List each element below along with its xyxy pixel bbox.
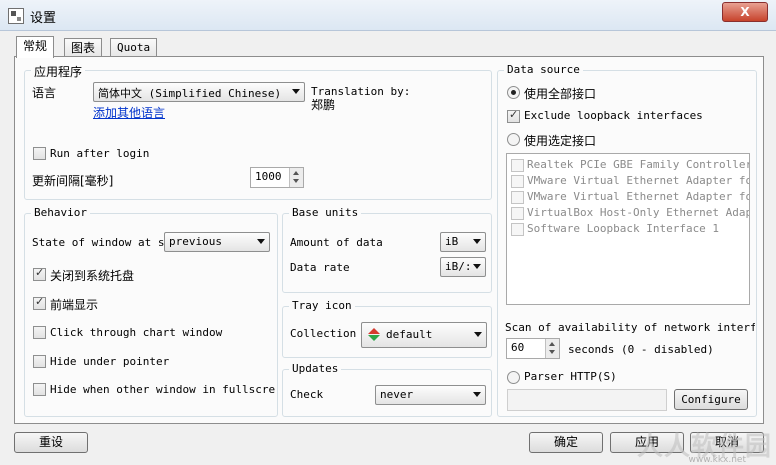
reset-button[interactable]: 重设 [14,432,88,453]
all-interfaces-radio[interactable] [507,86,520,99]
arrow-up-icon [549,342,555,346]
parser-http-label: Parser HTTP(S) [524,370,617,383]
collection-select[interactable]: default [361,322,487,348]
chevron-down-icon [473,392,481,397]
window-state-select[interactable]: previous [164,232,270,252]
update-interval-stepper[interactable]: 1000 [250,167,304,188]
translator-name: 郑鹏 [311,98,336,112]
scan-interval-unit: seconds (0 - disabled) [568,343,714,356]
check-label: Check [290,388,324,401]
click-through-checkbox[interactable] [33,326,46,339]
chevron-down-icon [257,239,265,244]
tab-graph[interactable]: 图表 [64,38,103,57]
hide-fullscreen-checkbox[interactable] [33,383,46,396]
parser-http-input[interactable] [507,389,667,411]
hide-fullscreen-label: Hide when other window in fullscreen m [50,383,275,396]
behavior-group-title: Behavior [31,206,90,219]
adapter-checkbox[interactable] [511,159,524,172]
settings-window: 设置 X 常规 图表 Quota 应用程序 语言 简体中文 (Simplifie… [0,0,776,465]
stepper-buttons[interactable] [289,168,303,187]
language-select-value: 简体中文 (Simplified Chinese) [98,87,282,100]
adapter-list[interactable]: Realtek PCIe GBE Family Controller VMwar… [506,153,750,305]
configure-button[interactable]: Configure [674,389,748,410]
stepper-buttons[interactable] [545,339,559,358]
exclude-loopback-checkbox[interactable] [507,108,520,123]
add-language-link[interactable]: 添加其他语言 [93,104,165,121]
window-state-value: previous [169,235,222,248]
tab-quota[interactable]: Quota [110,38,158,57]
ok-button[interactable]: 确定 [529,432,603,453]
chevron-down-icon [473,239,481,244]
always-on-top-checkbox[interactable] [33,295,46,310]
tab-general[interactable]: 常规 [16,36,55,58]
always-on-top-label: 前端显示 [50,298,99,312]
data-rate-select[interactable]: iB/: [440,257,486,277]
base-units-group-title: Base units [289,206,362,219]
close-to-tray-checkbox[interactable] [33,266,46,281]
hide-under-pointer-label: Hide under pointer [50,355,170,368]
update-check-value: never [380,388,414,401]
hide-under-pointer-checkbox[interactable] [33,355,46,368]
language-label: 语言 [32,86,57,100]
app-icon [8,8,24,24]
collection-value: default [386,328,433,341]
chevron-down-icon [474,332,482,337]
adapter-checkbox[interactable] [511,175,524,188]
data-source-group-title: Data source [504,63,583,76]
tray-arrows-icon [368,328,380,341]
close-to-tray-label: 关闭到系统托盘 [50,269,135,283]
chevron-down-icon [292,89,300,94]
adapter-checkbox[interactable] [511,207,524,220]
data-rate-label: Data rate [290,261,350,274]
title-bar: 设置 X [0,0,776,31]
parser-http-radio[interactable] [507,371,520,384]
scan-availability-label: Scan of availability of network interfac… [505,321,755,334]
run-after-login-label: Run after login [50,147,150,160]
window-title: 设置 [30,11,57,26]
scan-interval-value: 60 [511,341,525,354]
adapter-checkbox[interactable] [511,223,524,236]
selected-interfaces-label: 使用选定接口 [524,134,597,148]
update-interval-label: 更新间隔[毫秒] [32,174,114,188]
arrow-up-icon [293,171,299,175]
chevron-down-icon [473,264,481,269]
arrow-down-icon [293,179,299,183]
close-button[interactable]: X [722,2,768,22]
adapter-checkbox[interactable] [511,191,524,204]
language-select[interactable]: 简体中文 (Simplified Chinese) [93,82,305,102]
run-after-login-checkbox[interactable] [33,147,46,160]
updates-group-title: Updates [289,362,342,375]
arrow-down-icon [549,350,555,354]
collection-label: Collection [290,327,357,340]
all-interfaces-label: 使用全部接口 [524,87,597,101]
update-interval-value: 1000 [255,170,282,183]
application-group-title: 应用程序 [31,63,86,80]
scan-interval-stepper[interactable]: 60 [506,338,560,359]
update-check-select[interactable]: never [375,385,486,405]
base-units-group: Base units [282,206,492,293]
watermark-url: www.kkx.net [688,455,747,465]
selected-interfaces-radio[interactable] [507,133,520,146]
data-rate-value: iB/: [445,260,472,273]
window-state-label: State of window at sta [32,236,166,249]
amount-of-data-label: Amount of data [290,236,383,249]
amount-of-data-value: iB [445,235,459,248]
amount-of-data-select[interactable]: iB [440,232,486,252]
tray-icon-group-title: Tray icon [289,299,355,312]
click-through-label: Click through chart window [50,326,223,339]
exclude-loopback-label: Exclude loopback interfaces [524,109,703,122]
